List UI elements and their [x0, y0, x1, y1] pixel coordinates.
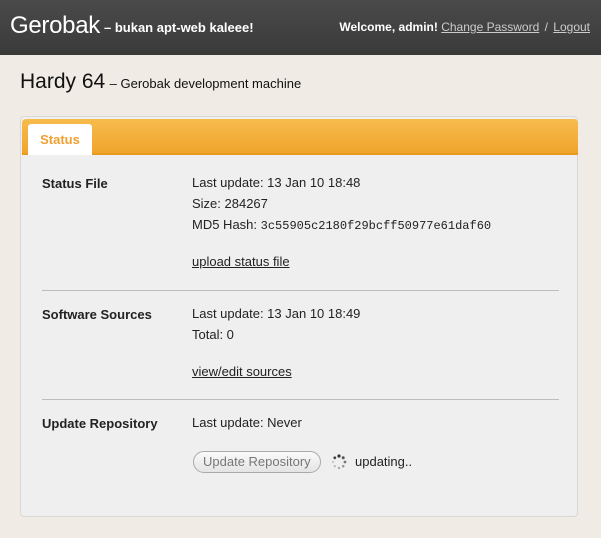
- upload-status-file-link[interactable]: upload status file: [192, 254, 290, 269]
- update-repository-details: Last update: Never: [192, 416, 302, 437]
- software-sources-label: Software Sources: [42, 307, 152, 322]
- loading-spinner-icon: [331, 454, 347, 470]
- status-panel: Status Status File Last update: 13 Jan 1…: [20, 116, 578, 517]
- tab-status[interactable]: Status: [28, 124, 92, 155]
- top-bar: Gerobak – bukan apt-web kaleee! Welcome,…: [0, 0, 601, 55]
- change-password-link[interactable]: Change Password: [441, 20, 539, 34]
- view-edit-sources-link[interactable]: view/edit sources: [192, 364, 292, 379]
- update-repository-label: Update Repository: [42, 416, 158, 431]
- md5-label: MD5 Hash:: [192, 217, 258, 232]
- logout-link[interactable]: Logout: [553, 20, 590, 34]
- md5-value: 3c55905c2180f29bcff50977e61daf60: [260, 219, 492, 233]
- status-file-last-update: Last update: 13 Jan 10 18:48: [192, 175, 361, 190]
- section-divider: [42, 290, 559, 291]
- tab-bar: Status: [22, 119, 578, 155]
- status-file-size: Size: 284267: [192, 196, 268, 211]
- page-heading: Hardy 64 – Gerobak development machine: [20, 70, 301, 94]
- brand-logo[interactable]: Gerobak: [10, 12, 100, 40]
- software-sources-details: Last update: 13 Jan 10 18:49 Total: 0 vi…: [192, 307, 360, 386]
- software-sources-total: Total: 0: [192, 327, 234, 342]
- update-repository-button[interactable]: Update Repository: [193, 451, 321, 473]
- user-menu-separator: /: [544, 20, 548, 34]
- update-repository-last-update: Last update: Never: [192, 415, 302, 430]
- page-subtitle: – Gerobak development machine: [109, 76, 302, 91]
- page-title: Hardy 64: [20, 70, 106, 93]
- brand-tagline: – bukan apt-web kaleee!: [104, 20, 254, 35]
- user-menu: Welcome, admin! Change Password / Logout: [339, 20, 590, 34]
- status-file-label: Status File: [42, 176, 108, 191]
- status-file-details: Last update: 13 Jan 10 18:48 Size: 28426…: [192, 176, 491, 276]
- welcome-text: Welcome, admin!: [339, 20, 438, 34]
- status-file-md5: MD5 Hash: 3c55905c2180f29bcff50977e61daf…: [192, 218, 491, 239]
- software-sources-last-update: Last update: 13 Jan 10 18:49: [192, 306, 361, 321]
- update-status-text: updating..: [355, 454, 413, 469]
- section-divider: [42, 399, 559, 400]
